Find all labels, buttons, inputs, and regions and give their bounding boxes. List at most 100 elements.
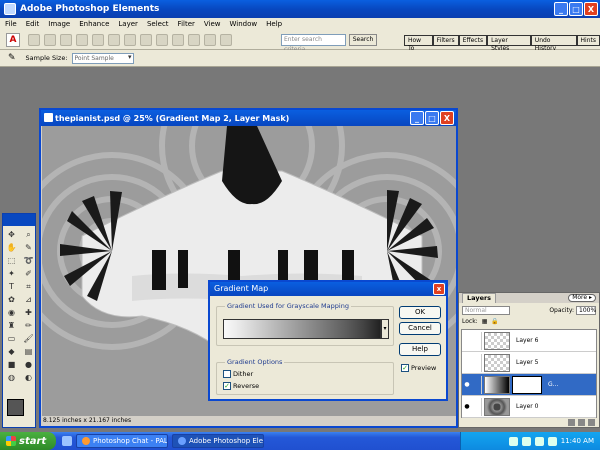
link-icon[interactable] <box>472 353 482 372</box>
type-icon[interactable]: T <box>5 281 18 292</box>
new-icon[interactable] <box>28 33 40 46</box>
ok-button[interactable]: OK <box>399 306 441 319</box>
minimize-button[interactable]: _ <box>554 2 568 16</box>
brush-icon[interactable]: 🖌 <box>22 333 35 344</box>
gradient-icon[interactable]: ▤ <box>22 346 35 357</box>
palette-how-to[interactable]: How To <box>404 35 433 52</box>
lasso-icon[interactable]: ➰ <box>22 255 35 266</box>
menu-help[interactable]: Help <box>266 20 282 28</box>
save-web-icon[interactable] <box>108 33 120 46</box>
opacity-input[interactable]: 100% <box>576 305 596 315</box>
dodge-icon[interactable]: ◐ <box>22 372 35 383</box>
foreground-color-swatch[interactable] <box>7 399 24 416</box>
palette-layer-styles[interactable]: Layer Styles <box>487 35 531 52</box>
menu-layer[interactable]: Layer <box>118 20 138 28</box>
layers-more-button[interactable]: More ▸ <box>568 294 596 302</box>
menu-view[interactable]: View <box>204 20 221 28</box>
taskbar-item-chat[interactable]: Photoshop Chat - PAL... <box>76 434 168 448</box>
healing-brush-icon[interactable]: ✚ <box>22 307 35 318</box>
gradient-picker-button[interactable]: ▾ <box>381 319 389 339</box>
help-button[interactable]: Help <box>399 343 441 356</box>
lock-transparency-icon[interactable]: ▦ <box>482 318 488 325</box>
layer-mask-thumbnail[interactable] <box>512 375 542 394</box>
eyedropper-tool-icon[interactable]: ✎ <box>22 242 35 253</box>
palette-undo-history[interactable]: Undo History <box>530 35 577 52</box>
tray-icon[interactable] <box>508 436 518 446</box>
menu-edit[interactable]: Edit <box>26 20 40 28</box>
import-icon[interactable] <box>76 33 88 46</box>
dither-box[interactable] <box>223 370 231 378</box>
menu-image[interactable]: Image <box>48 20 70 28</box>
step-backward-icon[interactable] <box>172 33 184 46</box>
link-icon[interactable] <box>472 397 482 416</box>
palette-filters[interactable]: Filters <box>432 35 459 46</box>
doc-minimize-button[interactable]: _ <box>410 111 424 125</box>
zoom-icon[interactable]: ⌕ <box>22 229 35 240</box>
layer-row[interactable]: Layer 5 <box>462 352 596 374</box>
step-forward-icon[interactable] <box>188 33 200 46</box>
preview-checkbox[interactable]: ✓ Preview <box>401 364 436 372</box>
volume-icon[interactable] <box>547 436 557 446</box>
visibility-icon[interactable]: ● <box>462 381 472 388</box>
sponge-icon[interactable]: ◍ <box>5 372 18 383</box>
new-layer-icon[interactable] <box>568 419 575 426</box>
menu-filter[interactable]: Filter <box>178 20 195 28</box>
taskbar-item-photoshop[interactable]: Adobe Photoshop Ele... <box>172 434 264 448</box>
selection-brush-icon[interactable]: ✐ <box>22 268 35 279</box>
marquee-icon[interactable]: ⬚ <box>5 255 18 266</box>
menu-select[interactable]: Select <box>147 20 169 28</box>
print-icon[interactable] <box>124 33 136 46</box>
hand-icon[interactable]: ✋ <box>5 242 18 253</box>
reverse-box[interactable]: ✓ <box>223 382 231 390</box>
sample-size-select[interactable]: Point Sample <box>71 52 134 64</box>
email-icon[interactable] <box>140 33 152 46</box>
doc-close-button[interactable]: X <box>440 111 454 125</box>
menu-file[interactable]: File <box>5 20 17 28</box>
layer-row[interactable]: Layer 6 <box>462 330 596 352</box>
search-input[interactable]: Enter search criteria <box>281 34 346 53</box>
blend-mode-select[interactable]: Normal <box>462 305 510 315</box>
move-icon[interactable]: ✥ <box>5 229 18 240</box>
magic-wand-icon[interactable]: ✦ <box>5 268 18 279</box>
link-icon[interactable] <box>472 331 482 350</box>
menu-enhance[interactable]: Enhance <box>79 20 109 28</box>
red-eye-icon[interactable]: ◉ <box>5 307 18 318</box>
blur-icon[interactable]: ● <box>22 359 35 370</box>
delete-layer-icon[interactable] <box>588 419 595 426</box>
layer-row[interactable]: ● Layer 0 <box>462 396 596 418</box>
search-button[interactable]: Search <box>349 34 377 46</box>
layer-row-selected[interactable]: ● G... <box>462 374 596 396</box>
browse-icon[interactable] <box>60 33 72 46</box>
visibility-icon[interactable]: ● <box>462 403 472 410</box>
adjustment-layer-icon[interactable] <box>578 419 585 426</box>
palette-hints[interactable]: Hints <box>576 35 600 46</box>
lock-all-icon[interactable]: 🔒 <box>491 318 498 325</box>
menu-window[interactable]: Window <box>230 20 258 28</box>
reverse-checkbox[interactable]: ✓ Reverse <box>223 382 259 390</box>
dialog-close-button[interactable]: x <box>433 283 445 295</box>
save-icon[interactable] <box>92 33 104 46</box>
layers-tab[interactable]: Layers <box>462 293 497 303</box>
straighten-icon[interactable]: ⊿ <box>22 294 35 305</box>
cookie-cutter-icon[interactable]: ✿ <box>5 294 18 305</box>
paint-bucket-icon[interactable]: ◆ <box>5 346 18 357</box>
tray-icon[interactable] <box>534 436 544 446</box>
online-services-icon[interactable] <box>156 33 168 46</box>
open-icon[interactable] <box>44 33 56 46</box>
preview-box[interactable]: ✓ <box>401 364 409 372</box>
doc-maximize-button[interactable]: □ <box>425 111 439 125</box>
gradient-preview[interactable] <box>223 319 381 339</box>
pencil-icon[interactable]: ✏ <box>22 320 35 331</box>
shape-icon[interactable]: ■ <box>5 359 18 370</box>
link-icon[interactable] <box>472 375 482 394</box>
close-button[interactable]: X <box>584 2 598 16</box>
palette-effects[interactable]: Effects <box>458 35 488 46</box>
cancel-button[interactable]: Cancel <box>399 322 441 335</box>
maximize-button[interactable]: □ <box>569 2 583 16</box>
photo-fix-icon[interactable] <box>204 33 216 46</box>
help-icon[interactable] <box>220 33 232 46</box>
eraser-icon[interactable]: ▭ <box>5 333 18 344</box>
tray-icon[interactable] <box>521 436 531 446</box>
clone-stamp-icon[interactable]: ♜ <box>5 320 18 331</box>
quick-launch-icon[interactable] <box>62 436 72 446</box>
